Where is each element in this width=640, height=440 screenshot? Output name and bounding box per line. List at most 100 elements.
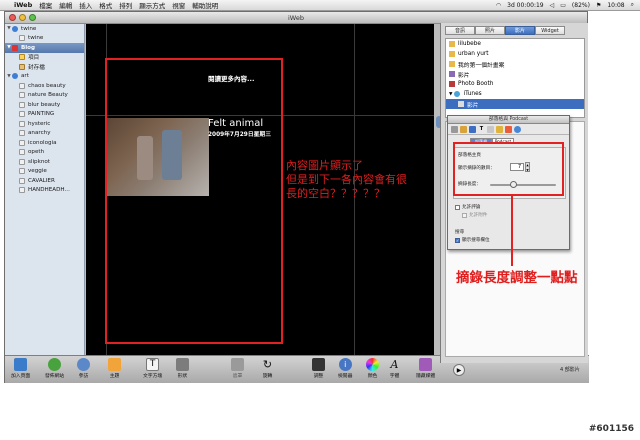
visit-button[interactable]: 參訪 bbox=[77, 358, 90, 379]
sidebar-entries[interactable]: 項目 bbox=[5, 53, 84, 63]
allow-comments-checkbox[interactable] bbox=[455, 204, 460, 210]
menu-view[interactable]: 顯示方式 bbox=[139, 0, 165, 10]
page-canvas[interactable]: 閱讀更多內容... Felt animal 2009年7月29日星期三 內容圖片… bbox=[86, 24, 434, 364]
spotlight-icon[interactable]: ⌕ bbox=[631, 1, 634, 9]
clock[interactable]: 10:08 bbox=[607, 2, 624, 9]
disclosure-triangle-icon[interactable]: ▼ bbox=[449, 92, 452, 97]
tab-photos[interactable]: 照片 bbox=[475, 26, 505, 35]
menu-window[interactable]: 視窗 bbox=[172, 0, 185, 10]
allow-attachments-checkbox[interactable] bbox=[462, 212, 467, 218]
page-icon bbox=[19, 92, 25, 99]
sidebar-blog[interactable]: ▼ Blog bbox=[5, 43, 84, 53]
annotation-arrow-line bbox=[511, 196, 513, 266]
add-page-button[interactable]: 加入頁面 bbox=[11, 358, 30, 379]
sidebar-page-item[interactable]: blur beauty bbox=[5, 100, 84, 110]
text-inspector-icon[interactable]: T bbox=[478, 126, 485, 133]
menu-file[interactable]: 檔案 bbox=[39, 0, 52, 10]
archive-icon bbox=[19, 63, 25, 70]
sidebar-page-item[interactable]: anarchy bbox=[5, 129, 84, 139]
sidebar-archive[interactable]: 封存檔 bbox=[5, 62, 84, 72]
sidebar-page-item[interactable]: hysteric bbox=[5, 119, 84, 129]
theme-button[interactable]: 主題 bbox=[108, 358, 121, 379]
graphic-inspector-icon[interactable] bbox=[487, 125, 494, 133]
link-inspector-icon[interactable] bbox=[505, 125, 512, 133]
sidebar-page-item[interactable]: slipknot bbox=[5, 157, 84, 167]
menu-help[interactable]: 輔助說明 bbox=[192, 0, 218, 10]
menu-insert[interactable]: 插入 bbox=[79, 0, 92, 10]
annotation-note-left: 內容圖片顯示了 但是到下一各內容會有很 長的空白？？？？？ bbox=[286, 159, 407, 200]
list-item[interactable]: 影片 bbox=[446, 99, 584, 109]
sidebar-page-item[interactable]: iconologia bbox=[5, 138, 84, 148]
blog-inspector-icon[interactable] bbox=[460, 125, 467, 133]
mask-button[interactable]: 遮罩 bbox=[231, 358, 244, 379]
text-box-button[interactable]: T 文字方塊 bbox=[143, 358, 162, 379]
page-icon bbox=[19, 158, 25, 165]
sidebar-page-twine[interactable]: twine bbox=[5, 34, 84, 44]
inspector-title[interactable]: 部落格與 Podcast bbox=[448, 116, 569, 124]
annotation-note-right: 摘錄長度調整一點點 bbox=[456, 270, 578, 286]
play-button[interactable]: ▶ bbox=[453, 364, 465, 376]
volume-icon[interactable]: ◁ bbox=[550, 2, 555, 9]
inspector-button[interactable]: i 檢閱器 bbox=[338, 358, 352, 379]
sidebar-site-twine[interactable]: ▼ twine bbox=[5, 24, 84, 34]
fonts-button[interactable]: A 字體 bbox=[388, 358, 401, 379]
page-icon bbox=[19, 168, 25, 175]
site-icon bbox=[12, 25, 18, 32]
tab-movies[interactable]: 影片 bbox=[505, 26, 535, 35]
annotation-highlight-box-settings bbox=[453, 142, 564, 196]
photo-booth-icon bbox=[449, 81, 455, 87]
adjust-button[interactable]: 調整 bbox=[312, 358, 325, 379]
list-item[interactable]: ▼ iTunes bbox=[446, 89, 584, 99]
sidebar-page-item[interactable]: veggie bbox=[5, 167, 84, 177]
sidebar-page-item[interactable]: PAINTING bbox=[5, 110, 84, 120]
qt-inspector-icon[interactable] bbox=[514, 125, 521, 133]
itunes-icon bbox=[454, 91, 461, 97]
colors-button[interactable]: 顏色 bbox=[366, 358, 379, 379]
window-title: iWeb bbox=[288, 14, 304, 22]
page-icon bbox=[19, 35, 25, 42]
menu-bar: iWeb 檔案 編輯 插入 格式 排列 顯示方式 視窗 輔助說明 ◠ 3d 00… bbox=[0, 0, 640, 11]
sidebar-page-item[interactable]: opeth bbox=[5, 148, 84, 158]
annotation-highlight-box bbox=[105, 58, 283, 344]
project-icon bbox=[449, 41, 455, 47]
menu-app-name[interactable]: iWeb bbox=[14, 1, 32, 9]
metrics-inspector-icon[interactable] bbox=[496, 125, 503, 133]
menu-arrange[interactable]: 排列 bbox=[119, 0, 132, 10]
shapes-button[interactable]: 形狀 bbox=[176, 358, 189, 379]
list-item[interactable]: Photo Booth bbox=[446, 79, 584, 89]
battery-percent: (82%) bbox=[571, 1, 590, 9]
list-item[interactable]: 影片 bbox=[446, 69, 584, 79]
tab-audio[interactable]: 音訊 bbox=[445, 26, 475, 35]
list-item[interactable]: lilubebe bbox=[446, 39, 584, 49]
site-sidebar: ▼ twine twine ▼ Blog 項目 封存檔 ▼ art chaos bea… bbox=[5, 24, 85, 364]
sidebar-page-item[interactable]: nature Beauty bbox=[5, 91, 84, 101]
publish-site-button[interactable]: 發佈網站 bbox=[45, 358, 64, 379]
battery-icon[interactable]: ▭ bbox=[560, 2, 566, 9]
show-search-row: ✓ 顯示搜尋欄位 bbox=[455, 237, 490, 243]
sidebar-page-item[interactable]: chaos beauty bbox=[5, 81, 84, 91]
rotate-button[interactable]: ↻ 旋轉 bbox=[261, 358, 274, 379]
menu-format[interactable]: 格式 bbox=[99, 0, 112, 10]
tab-widget[interactable]: Widget bbox=[535, 26, 565, 35]
list-item[interactable]: 我的第一個計畫案 bbox=[446, 59, 584, 69]
list-item[interactable]: urban yurt bbox=[446, 49, 584, 59]
sidebar-page-item[interactable]: HANDHEADH... bbox=[5, 186, 84, 196]
show-search-checkbox[interactable]: ✓ bbox=[455, 237, 460, 243]
flag-icon[interactable]: ⚑ bbox=[596, 2, 601, 9]
page-icon bbox=[19, 149, 25, 156]
layout-inspector-icon[interactable] bbox=[469, 125, 476, 133]
timer-status[interactable]: 3d 00:00:19 bbox=[507, 2, 543, 9]
page-inspector-icon[interactable] bbox=[451, 125, 458, 133]
entries-icon bbox=[19, 54, 25, 61]
page-icon bbox=[19, 187, 25, 194]
allow-comments-row: 允許評論 bbox=[455, 204, 480, 210]
page-icon bbox=[19, 101, 25, 108]
menu-edit[interactable]: 編輯 bbox=[59, 0, 72, 10]
movies-icon bbox=[458, 101, 464, 107]
sidebar-page-item[interactable]: CAVALIER bbox=[5, 176, 84, 186]
wifi-icon[interactable]: ◠ bbox=[496, 2, 501, 9]
hide-media-button[interactable]: 隱藏媒體 bbox=[416, 358, 435, 379]
sidebar-site-art[interactable]: ▼ art bbox=[5, 72, 84, 82]
site-icon bbox=[12, 73, 18, 80]
media-count: 4 部影片 bbox=[560, 367, 580, 373]
